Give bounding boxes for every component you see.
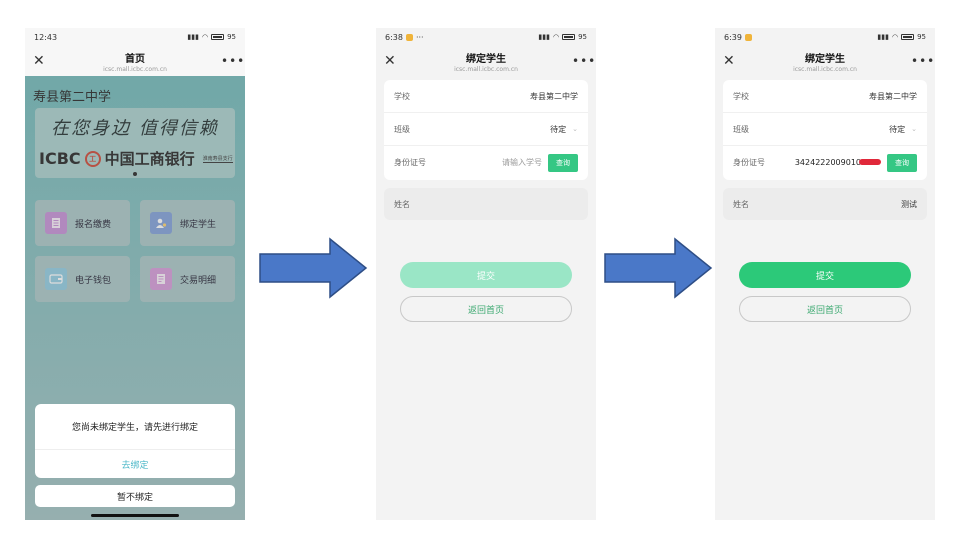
page-title: 绑定学生 [805,53,845,65]
signal-icon: ▮▮▮ [877,33,889,41]
more-icon[interactable]: ••• [911,54,934,68]
close-icon[interactable]: ✕ [384,53,400,69]
id-label: 身份证号 [733,158,765,167]
name-label: 姓名 [394,199,410,209]
signal-icon: ▮▮▮ [187,33,199,41]
nav-title-group: 首页 icsc.mall.icbc.com.cn [103,50,167,73]
status-indicators: ▮▮▮ ◠ 95 [877,33,926,41]
status-bar: 6:39 ▮▮▮ ◠ 95 [715,28,935,46]
id-input[interactable]: 请输入学号 [502,157,542,168]
back-home-button[interactable]: 返回首页 [739,296,911,322]
status-bar: 6:38 ··· ▮▮▮ ◠ 95 [376,28,596,46]
page-url: icsc.mall.icbc.com.cn [793,65,857,73]
status-indicators: ▮▮▮ ◠ 95 [538,33,587,41]
name-value: 测试 [901,199,917,209]
more-notifications-icon: ··· [415,32,424,42]
arrow-right-icon [604,237,713,299]
status-time: 6:38 [385,32,403,42]
class-row[interactable]: 班级 待定 ⌄ [723,113,927,146]
submit-button[interactable]: 提交 [400,262,572,288]
page-url: icsc.mall.icbc.com.cn [454,65,518,73]
class-label: 班级 [394,124,410,134]
close-icon[interactable]: ✕ [723,53,739,69]
id-row: 身份证号 请输入学号 查询 [384,146,588,179]
id-field-group: 请输入学号 查询 [502,153,578,172]
class-label: 班级 [733,124,749,134]
status-time: 6:39 [724,32,742,42]
status-left: 6:38 ··· [385,33,424,42]
query-button[interactable]: 查询 [887,153,917,172]
bind-prompt-dialog: 您尚未绑定学生，请先进行绑定 去绑定 [35,404,235,478]
back-home-button[interactable]: 返回首页 [400,296,572,322]
page-title: 首页 [125,53,145,65]
close-icon[interactable]: ✕ [33,53,49,69]
name-label: 姓名 [733,199,749,209]
battery-icon [211,34,225,40]
chevron-down-icon: ⌄ [572,125,578,133]
page-url: icsc.mall.icbc.com.cn [103,65,167,73]
more-icon[interactable]: ••• [221,54,244,68]
redaction-mark [859,159,881,165]
school-row[interactable]: 学校 寿县第二中学 [384,80,588,113]
id-input[interactable]: 3424222009010 [795,158,881,167]
nav-bar: ✕ 首页 icsc.mall.icbc.com.cn ••• [25,46,245,76]
nav-title-group: 绑定学生 icsc.mall.icbc.com.cn [454,50,518,73]
battery-level: 95 [917,33,926,41]
battery-icon [901,34,915,40]
class-select[interactable]: 待定 ⌄ [889,124,917,135]
id-value: 3424222009010 [794,158,861,167]
school-value: 寿县第二中学 [530,91,578,101]
signal-icon: ▮▮▮ [538,33,550,41]
class-value: 待定 [550,124,567,134]
query-button[interactable]: 查询 [548,153,578,172]
class-row[interactable]: 班级 待定 ⌄ [384,113,588,146]
status-indicators: ▮▮▮ ◠ 95 [187,33,236,41]
student-form: 学校 寿县第二中学 班级 待定 ⌄ 身份证号 3424222009010 查询 [723,80,927,180]
submit-button[interactable]: 提交 [739,262,911,288]
name-row[interactable]: 姓名 [384,188,588,220]
battery-icon [562,34,576,40]
battery-level: 95 [578,33,587,41]
notification-icon [744,33,752,41]
class-select[interactable]: 待定 ⌄ [550,124,578,135]
id-label: 身份证号 [394,158,426,167]
home-indicator [91,514,179,517]
student-form: 学校 寿县第二中学 班级 待定 ⌄ 身份证号 请输入学号 查询 [384,80,588,180]
phone-screen-home: 12:43 ▮▮▮ ◠ 95 ✕ 首页 icsc.mall.icbc.com.c… [25,28,245,520]
name-row[interactable]: 姓名 测试 [723,188,927,220]
nav-title-group: 绑定学生 icsc.mall.icbc.com.cn [793,50,857,73]
nav-bar: ✕ 绑定学生 icsc.mall.icbc.com.cn ••• [715,46,935,76]
phone-screen-bind-filled: 6:39 ▮▮▮ ◠ 95 ✕ 绑定学生 icsc.mall.icbc.com.… [715,28,935,520]
chevron-down-icon: ⌄ [911,125,917,133]
phone-screen-bind-empty: 6:38 ··· ▮▮▮ ◠ 95 ✕ 绑定学生 icsc.mall.icbc.… [376,28,596,520]
wifi-icon: ◠ [552,33,560,41]
status-time: 12:43 [34,32,58,42]
status-bar: 12:43 ▮▮▮ ◠ 95 [25,28,245,46]
nav-bar: ✕ 绑定学生 icsc.mall.icbc.com.cn ••• [376,46,596,76]
class-value: 待定 [889,124,906,134]
wifi-icon: ◠ [201,33,209,41]
school-label: 学校 [394,91,410,101]
dialog-message: 您尚未绑定学生，请先进行绑定 [35,404,235,450]
status-left: 6:39 [724,33,752,42]
id-field-group: 3424222009010 查询 [795,153,917,172]
school-row[interactable]: 学校 寿县第二中学 [723,80,927,113]
skip-bind-button[interactable]: 暂不绑定 [35,485,235,507]
school-label: 学校 [733,91,749,101]
school-value: 寿县第二中学 [869,91,917,101]
wifi-icon: ◠ [891,33,899,41]
more-icon[interactable]: ••• [572,54,595,68]
page-title: 绑定学生 [466,53,506,65]
go-bind-button[interactable]: 去绑定 [35,450,235,478]
battery-level: 95 [227,33,236,41]
notification-icon [405,33,413,41]
id-row: 身份证号 3424222009010 查询 [723,146,927,179]
arrow-right-icon [259,237,368,299]
